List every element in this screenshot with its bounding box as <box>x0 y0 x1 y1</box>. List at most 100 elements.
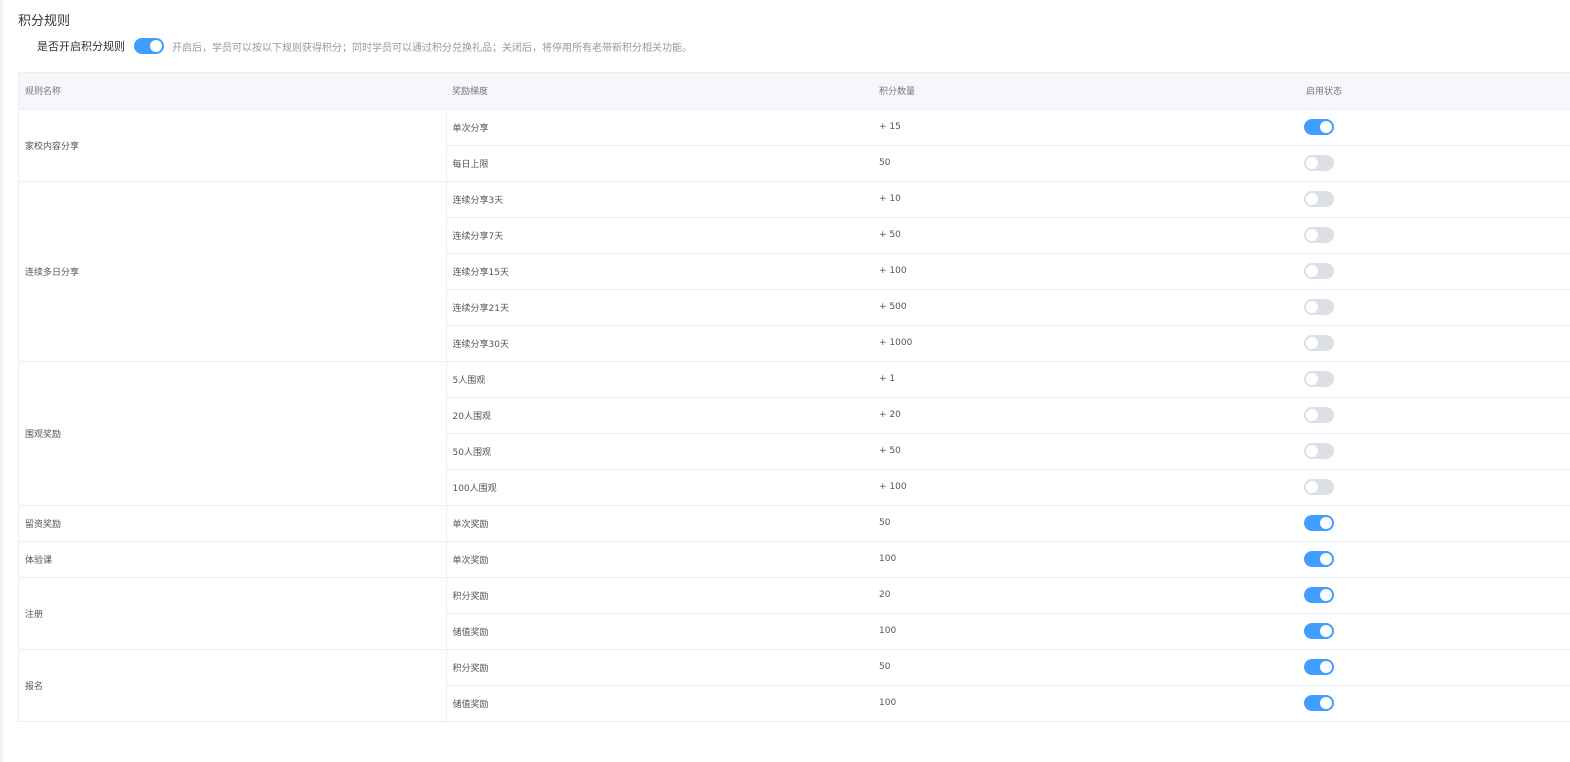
reward-tier-cell: 每日上限 <box>446 145 873 182</box>
points-cell: 20 <box>873 577 1300 614</box>
points-rules-panel: 积分规则 是否开启积分规则 开启后，学员可以按以下规则获得积分；同时学员可以通过… <box>3 0 1570 762</box>
points-cell: + 100 <box>873 469 1300 506</box>
status-cell <box>1300 361 1570 398</box>
reward-tier-cell: 积分奖励 <box>446 649 873 686</box>
reward-tier-cell: 连续分享15天 <box>446 253 873 290</box>
status-cell <box>1300 541 1570 578</box>
switch-knob <box>1306 265 1318 277</box>
enable-toggle-switch[interactable] <box>1304 587 1334 603</box>
enable-toggle-switch[interactable] <box>1304 623 1334 639</box>
rule-name-cell: 体验课 <box>19 541 447 578</box>
points-cell: + 15 <box>873 109 1300 146</box>
switch-knob <box>1306 337 1318 349</box>
status-cell <box>1300 649 1570 686</box>
status-cell <box>1300 505 1570 542</box>
switch-knob <box>1306 409 1318 421</box>
points-cell: 50 <box>873 505 1300 542</box>
enable-toggle-switch[interactable] <box>1304 227 1334 243</box>
table-row: 注册 积分奖励 20 <box>19 577 1570 650</box>
header-status: 启用状态 <box>1300 73 1570 110</box>
switch-knob <box>150 40 162 52</box>
switch-knob <box>1320 625 1332 637</box>
table-row: 家校内容分享 单次分享 + 15 <box>19 109 1570 182</box>
switch-knob <box>1306 373 1318 385</box>
switch-knob <box>1306 157 1318 169</box>
status-cell <box>1300 433 1570 470</box>
master-toggle-description: 开启后，学员可以按以下规则获得积分；同时学员可以通过积分兑换礼品；关闭后，将停用… <box>172 42 692 54</box>
reward-tier-cell: 连续分享7天 <box>446 217 873 254</box>
reward-tier-cell: 连续分享30天 <box>446 325 873 362</box>
rule-name-cell: 连续多日分享 <box>19 181 447 362</box>
switch-knob <box>1320 553 1332 565</box>
table-row: 报名 积分奖励 50 <box>19 649 1570 722</box>
enable-toggle-switch[interactable] <box>1304 443 1334 459</box>
enable-toggle-switch[interactable] <box>1304 263 1334 279</box>
enable-toggle-switch[interactable] <box>1304 299 1334 315</box>
enable-toggle-switch[interactable] <box>1304 407 1334 423</box>
status-cell <box>1300 325 1570 362</box>
reward-tier-cell: 20人围观 <box>446 397 873 434</box>
points-cell: + 10 <box>873 181 1300 218</box>
points-cell: + 1000 <box>873 325 1300 362</box>
header-points: 积分数量 <box>873 73 1300 110</box>
status-cell <box>1300 145 1570 182</box>
status-cell <box>1300 685 1570 722</box>
switch-knob <box>1306 229 1318 241</box>
enable-toggle-switch[interactable] <box>1304 659 1334 675</box>
reward-tier-cell: 50人围观 <box>446 433 873 470</box>
table-row: 围观奖励 5人围观 + 1 <box>19 361 1570 506</box>
rules-table: 规则名称 奖励梯度 积分数量 启用状态 家校内容分享 单次分享 + 15 每日上限 50… <box>18 72 1570 722</box>
points-cell: 50 <box>873 649 1300 686</box>
switch-knob <box>1306 481 1318 493</box>
enable-toggle-switch[interactable] <box>1304 479 1334 495</box>
enable-toggle-switch[interactable] <box>1304 155 1334 171</box>
master-toggle-row: 是否开启积分规则 开启后，学员可以按以下规则获得积分；同时学员可以通过积分兑换礼… <box>37 37 692 55</box>
master-toggle-switch[interactable] <box>134 38 164 54</box>
rule-name-cell: 注册 <box>19 577 447 650</box>
enable-toggle-switch[interactable] <box>1304 335 1334 351</box>
rule-name-cell: 家校内容分享 <box>19 109 447 182</box>
points-cell: + 50 <box>873 433 1300 470</box>
status-cell <box>1300 397 1570 434</box>
reward-tier-cell: 连续分享21天 <box>446 289 873 326</box>
enable-toggle-switch[interactable] <box>1304 119 1334 135</box>
points-cell: + 500 <box>873 289 1300 326</box>
points-cell: + 50 <box>873 217 1300 254</box>
switch-knob <box>1320 517 1332 529</box>
switch-knob <box>1306 193 1318 205</box>
header-rule-name: 规则名称 <box>19 73 446 110</box>
reward-tier-cell: 储值奖励 <box>446 685 873 722</box>
switch-knob <box>1306 445 1318 457</box>
enable-toggle-switch[interactable] <box>1304 551 1334 567</box>
status-cell <box>1300 181 1570 218</box>
points-cell: 100 <box>873 541 1300 578</box>
reward-tier-cell: 储值奖励 <box>446 613 873 650</box>
table-row: 连续多日分享 连续分享3天 + 10 <box>19 181 1570 362</box>
enable-toggle-switch[interactable] <box>1304 515 1334 531</box>
enable-toggle-switch[interactable] <box>1304 191 1334 207</box>
status-cell <box>1300 289 1570 326</box>
rule-name-cell: 留资奖励 <box>19 505 447 542</box>
enable-toggle-switch[interactable] <box>1304 371 1334 387</box>
points-cell: 100 <box>873 685 1300 722</box>
points-cell: 50 <box>873 145 1300 182</box>
points-cell: + 1 <box>873 361 1300 398</box>
status-cell <box>1300 217 1570 254</box>
reward-tier-cell: 单次奖励 <box>446 541 873 578</box>
enable-toggle-switch[interactable] <box>1304 695 1334 711</box>
page-title: 积分规则 <box>18 14 71 29</box>
table-row: 体验课 单次奖励 100 <box>19 541 1570 578</box>
status-cell <box>1300 109 1570 146</box>
reward-tier-cell: 单次奖励 <box>446 505 873 542</box>
header-reward-tier: 奖励梯度 <box>446 73 873 110</box>
switch-knob <box>1320 121 1332 133</box>
master-toggle-label: 是否开启积分规则 <box>37 40 125 53</box>
switch-knob <box>1306 301 1318 313</box>
reward-tier-cell: 100人围观 <box>446 469 873 506</box>
points-cell: 100 <box>873 613 1300 650</box>
status-cell <box>1300 613 1570 650</box>
reward-tier-cell: 5人围观 <box>446 361 873 398</box>
points-cell: + 100 <box>873 253 1300 290</box>
status-cell <box>1300 253 1570 290</box>
reward-tier-cell: 积分奖励 <box>446 577 873 614</box>
